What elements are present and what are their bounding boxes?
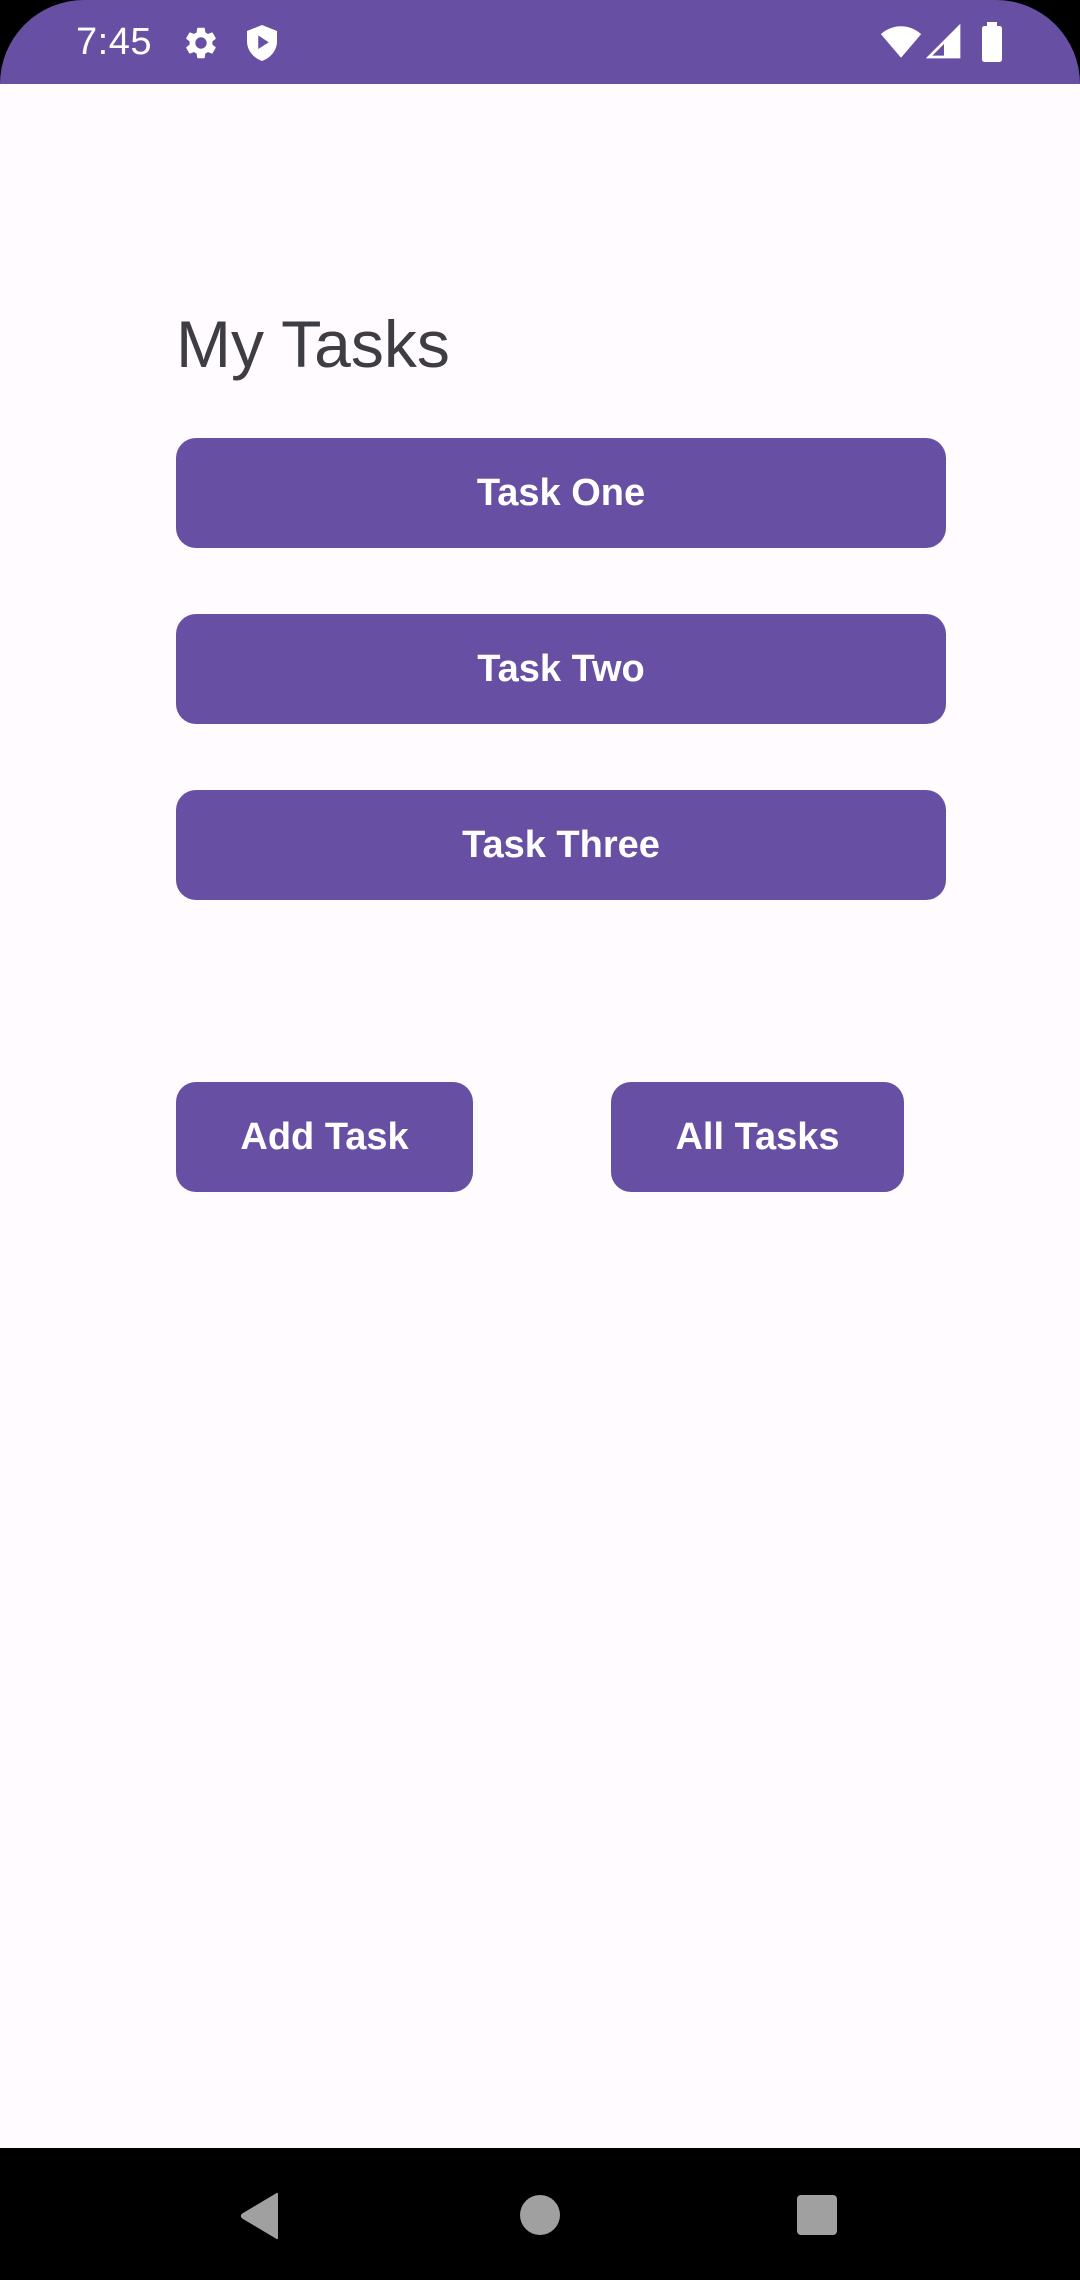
task-two-label: Task Two [477, 647, 645, 690]
back-icon [240, 2192, 278, 2240]
back-button[interactable] [216, 2186, 304, 2246]
all-tasks-label: All Tasks [675, 1115, 840, 1158]
navigation-bar [0, 2148, 1080, 2280]
status-time: 7:45 [76, 21, 152, 63]
page-title: My Tasks [176, 307, 450, 381]
task-two-button[interactable]: Task Two [176, 614, 946, 724]
task-one-button[interactable]: Task One [176, 438, 946, 548]
recents-button[interactable] [776, 2182, 858, 2248]
task-one-label: Task One [476, 471, 646, 514]
recents-icon [797, 2195, 837, 2235]
cellular-signal-icon [926, 24, 961, 59]
wifi-icon [880, 26, 922, 58]
settings-gear-icon [186, 27, 216, 59]
phone-screen: 7:45 My Tasks Task One Task Two Task Thr… [0, 0, 1080, 2280]
add-task-button[interactable]: Add Task [176, 1082, 473, 1192]
home-icon [520, 2195, 560, 2235]
all-tasks-button[interactable]: All Tasks [611, 1082, 904, 1192]
status-bar: 7:45 [0, 0, 1080, 84]
add-task-label: Add Task [240, 1115, 409, 1158]
play-shield-icon [247, 25, 277, 61]
battery-icon [982, 22, 1002, 62]
home-button[interactable] [500, 2182, 580, 2248]
task-three-button[interactable]: Task Three [176, 790, 946, 900]
main-content [0, 84, 1080, 2148]
task-three-label: Task Three [462, 823, 660, 866]
